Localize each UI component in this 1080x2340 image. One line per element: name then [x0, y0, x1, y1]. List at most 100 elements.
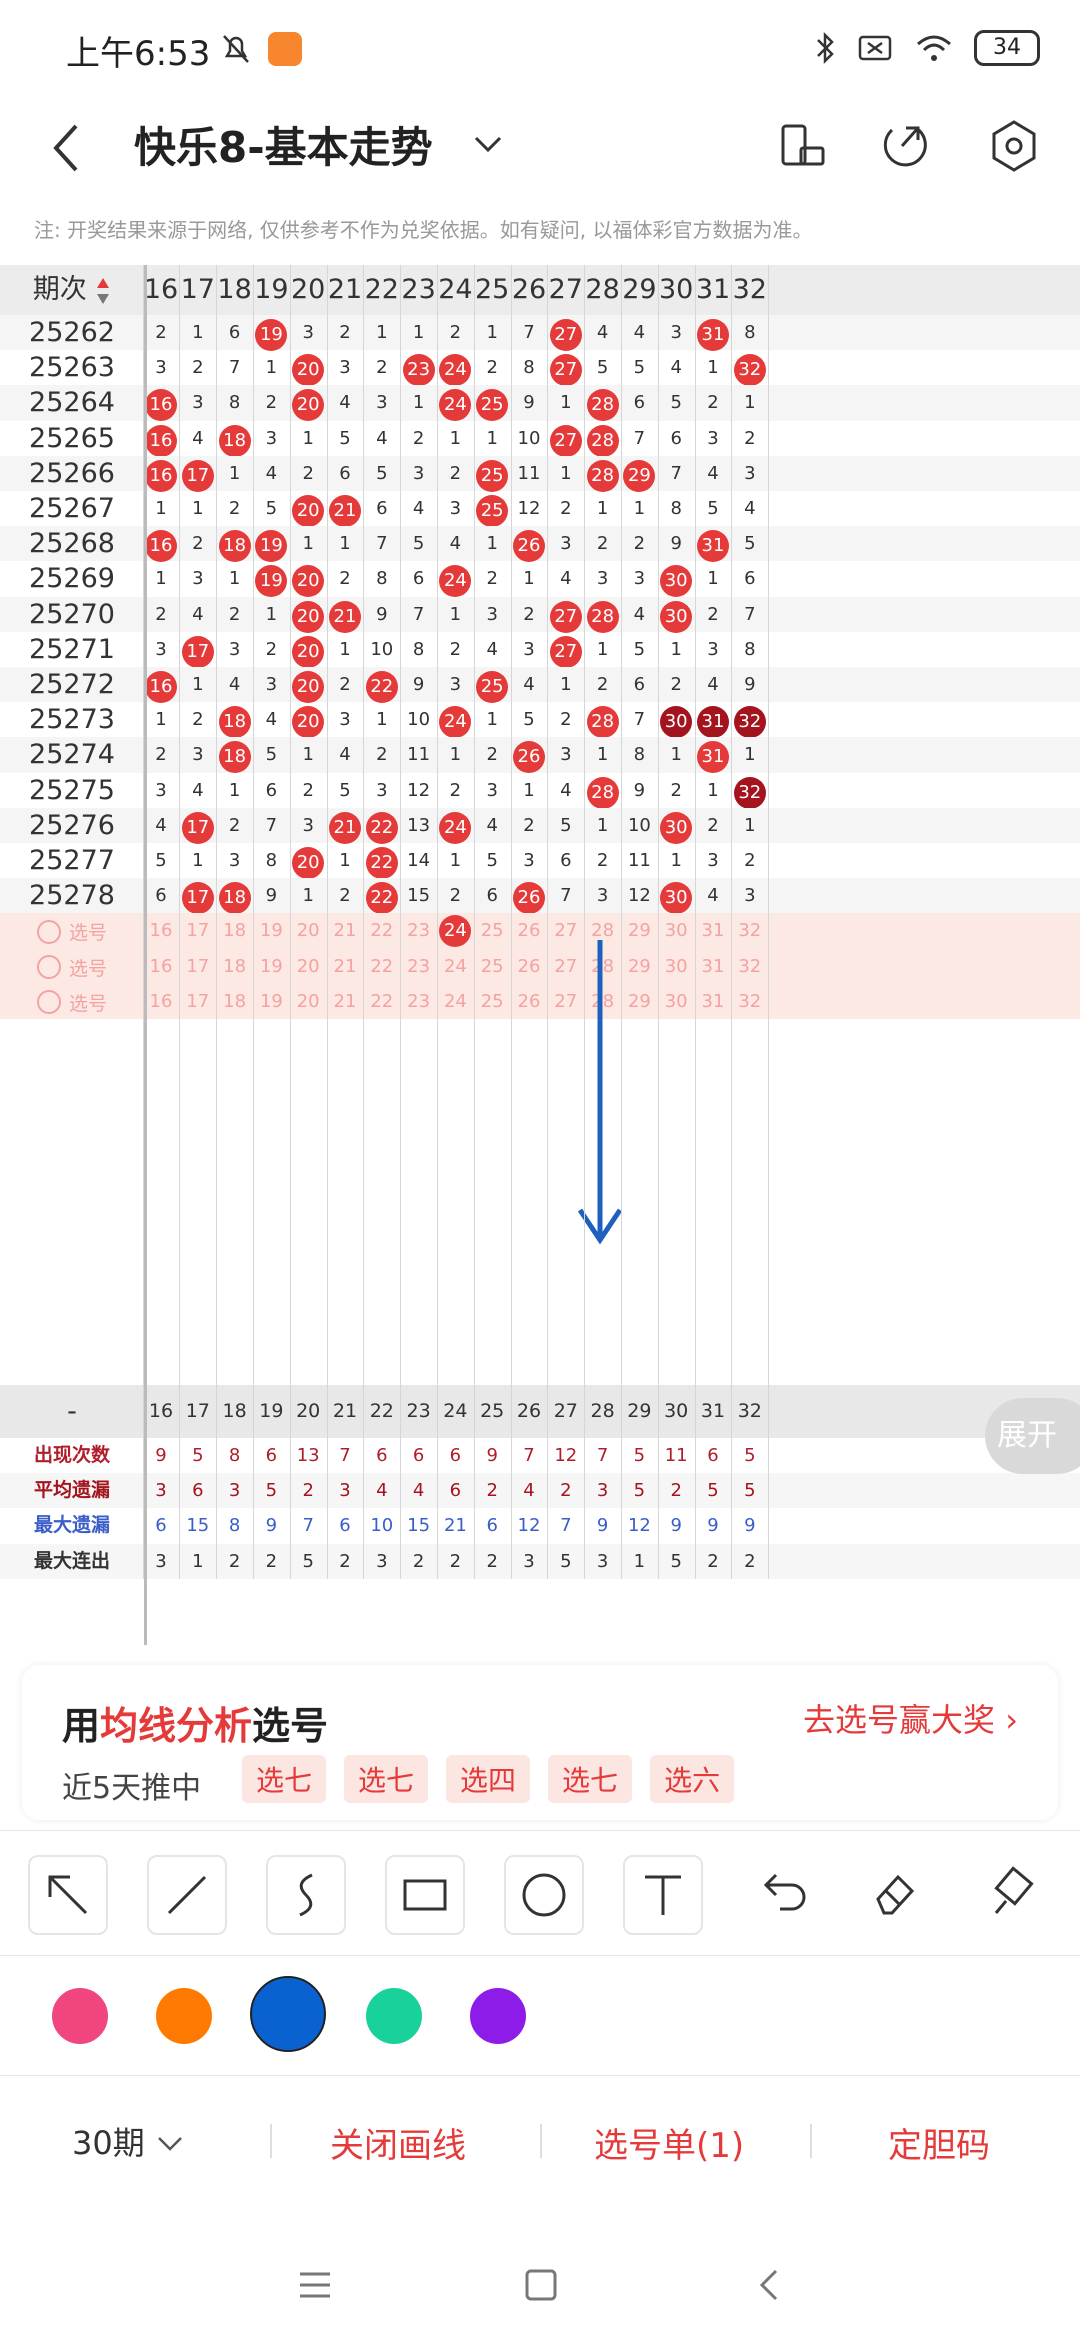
column-divider: [694, 265, 696, 1579]
rectangle-tool-icon[interactable]: [385, 1855, 465, 1935]
circle-tool-icon[interactable]: [504, 1855, 584, 1935]
table-header: 期次 16 17 18 19 20 21 22 23 24 25 26 27 28 29 30 31 32: [0, 265, 1080, 315]
color-pink-swatch[interactable]: [52, 1988, 108, 2044]
banner-tag: 选四: [446, 1755, 531, 1803]
drawn-number-ball: 32: [733, 706, 766, 739]
bell-muted-icon: [223, 35, 249, 63]
status-time: 上午6:53: [66, 34, 211, 74]
ticket-button[interactable]: 选号单(1): [594, 2118, 744, 2167]
stat-row: 平均遗漏 3 6 3 5 2 3 4 4 6 2 4 2 3 5 2 5 5: [0, 1473, 1080, 1509]
color-orange-swatch[interactable]: [156, 1988, 212, 2044]
table-row: 25269 1 3 1 19 20 2 8 6 24 2 1 4 3 3 30 1 6: [0, 561, 1080, 598]
status-bar: 上午6:53 34: [0, 0, 1080, 96]
column-divider: [142, 265, 144, 1579]
stat-row: 出现次数 9 5 8 6 13 7 6 6 6 9 7 12 7 5 11 6 5: [0, 1438, 1080, 1473]
top-app-bar: 快乐8-基本走势: [0, 96, 1080, 206]
period-label: 25278: [29, 880, 115, 912]
divider: [270, 2124, 272, 2158]
column-divider: [363, 265, 365, 1579]
clear-brush-icon[interactable]: [976, 1855, 1052, 1931]
sim-icon: [858, 35, 892, 61]
line-tool-icon[interactable]: [147, 1855, 227, 1935]
wifi-icon: [917, 35, 951, 61]
chevron-down-icon[interactable]: [470, 126, 506, 162]
column-divider: [510, 265, 512, 1579]
banner-title: 用均线分析选号: [62, 1695, 328, 1750]
period-selector-label: 30期: [72, 2124, 145, 2162]
bluetooth-icon: [817, 31, 834, 65]
period-label: 25271: [29, 633, 115, 665]
share-icon[interactable]: [876, 118, 932, 174]
eraser-icon[interactable]: [856, 1855, 932, 1931]
banner-suffix: 选号: [252, 1704, 329, 1748]
divider: [540, 2124, 542, 2158]
disclaimer-note: 注: 开奖结果来源于网络, 仅供参考不作为兑奖依据。如有疑问, 以福体彩官方数据…: [34, 218, 813, 242]
rotate-screen-icon[interactable]: [775, 118, 831, 174]
banner-tags: 选七 选七 选四 选七 选六: [242, 1755, 735, 1803]
period-label: 25273: [29, 704, 115, 736]
period-label: 25270: [29, 598, 115, 630]
bottom-action-bar: 30期 关闭画线 选号单(1) 定胆码: [0, 2075, 1080, 2211]
undo-icon[interactable]: [744, 1855, 820, 1931]
color-blue-swatch[interactable]: [250, 1976, 326, 2052]
period-selector[interactable]: 30期: [72, 2118, 185, 2164]
system-nav-bar: [0, 2210, 1080, 2340]
banner-action[interactable]: 去选号赢大奖 ›: [803, 1695, 1018, 1741]
table-row: 25265 16 4 18 3 1 5 4 2 1 1 10 27 28 7 6 3 2: [0, 421, 1080, 457]
settings-icon[interactable]: [986, 118, 1042, 174]
app-notification-icon: [268, 32, 302, 66]
column-divider: [179, 265, 181, 1579]
column-divider: [326, 265, 328, 1579]
pick-row: 选号 16 17 18 19 20 21 22 23 24 25 26 27 28 29 30 31 32: [0, 913, 1080, 949]
pick-label[interactable]: 选号: [0, 913, 144, 948]
period-label: 25274: [29, 739, 115, 771]
period-label: 25265: [29, 422, 115, 454]
summary-dash: -: [67, 1396, 77, 1427]
period-sort[interactable]: 期次: [0, 265, 144, 315]
banner-sub: 近5天推中: [62, 1771, 202, 1806]
analysis-banner[interactable]: 用均线分析选号 去选号赢大奖 › 近5天推中 选七 选七 选四 选七 选六: [22, 1665, 1058, 1820]
color-green-swatch[interactable]: [366, 1988, 422, 2044]
drawn-number-ball: 32: [733, 776, 766, 809]
radio-circle-icon: [36, 990, 61, 1015]
table-row: 25264 16 3 8 2 20 4 3 1 24 25 9 1 28 6 5 2 1: [0, 385, 1080, 422]
table-row: 25276 4 17 2 7 3 21 22 13 24 4 2 5 1 10 30 2 1: [0, 807, 1080, 844]
column-divider: [584, 265, 586, 1579]
column-divider: [547, 265, 549, 1579]
column-divider: [289, 265, 291, 1579]
table-row: 25277 5 1 3 8 20 1 22 14 1 5 3 6 2 11 1 3 2: [0, 843, 1080, 879]
drawn-number-ball: 32: [733, 354, 766, 387]
table-row: 25270 2 4 2 1 20 21 9 7 1 3 2 27 28 4 30 2 7: [0, 596, 1080, 633]
close-drawing-button[interactable]: 关闭画线: [330, 2118, 466, 2167]
period-label: 25262: [29, 317, 115, 348]
period-label: 25269: [29, 563, 115, 595]
banner-tag: 选七: [548, 1755, 633, 1803]
period-label: 25266: [29, 457, 115, 489]
page-title[interactable]: 快乐8-基本走势: [134, 114, 433, 175]
table-row: 25268 16 2 18 19 1 1 7 5 4 1 26 3 2 2 9 31 5: [0, 526, 1080, 563]
expand-button[interactable]: 展开: [985, 1398, 1080, 1474]
column-divider: [473, 265, 475, 1579]
color-purple-swatch[interactable]: [470, 1988, 526, 2044]
period-label: 25267: [29, 493, 115, 524]
pick-label[interactable]: 选号: [0, 949, 144, 984]
fix-code-button[interactable]: 定胆码: [888, 2118, 990, 2167]
pick-label-text: 选号: [68, 992, 107, 1015]
text-tool-icon[interactable]: [623, 1855, 703, 1935]
divider: [810, 2124, 812, 2158]
banner-highlight: 均线分析: [100, 1704, 253, 1748]
back-icon[interactable]: [46, 118, 86, 178]
summary-header: - 16 17 18 19 20 21 22 23 24 25 26 27 28 29 30 31 32: [0, 1385, 1080, 1438]
menu-nav-icon[interactable]: [298, 2270, 332, 2300]
pick-label[interactable]: 选号: [0, 984, 144, 1019]
stat-label: 平均遗漏: [33, 1479, 110, 1502]
back-nav-icon[interactable]: [754, 2268, 784, 2302]
battery-icon: 34: [974, 30, 1040, 66]
arrow-tool-icon[interactable]: [28, 1855, 108, 1935]
stat-label: 出现次数: [33, 1444, 110, 1466]
chevron-right-icon: ›: [1005, 1701, 1018, 1739]
curve-tool-icon[interactable]: [266, 1855, 346, 1935]
banner-tag: 选七: [242, 1755, 327, 1803]
drawing-toolbar: [0, 1830, 1080, 1951]
home-nav-icon[interactable]: [524, 2268, 558, 2302]
